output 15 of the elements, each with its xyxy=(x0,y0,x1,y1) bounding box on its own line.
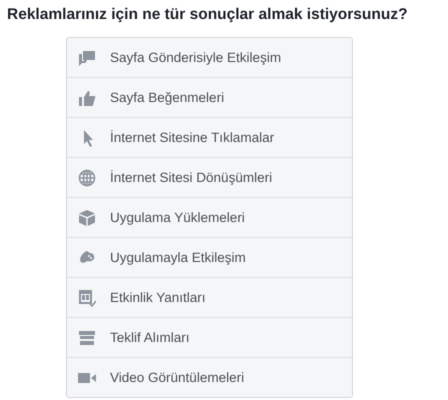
objective-option[interactable]: Etkinlik Yanıtları xyxy=(67,277,352,317)
chat-icon xyxy=(78,48,96,66)
objective-option[interactable]: Sayfa Gönderisiyle Etkileşim xyxy=(67,38,352,77)
objective-option[interactable]: Video Görüntülemeleri xyxy=(67,357,352,397)
calendar-icon xyxy=(78,288,96,306)
objective-option[interactable]: Uygulamayla Etkileşim xyxy=(67,237,352,277)
thumbs-up-icon xyxy=(78,88,96,106)
objective-option[interactable]: Sayfa Beğenmeleri xyxy=(67,77,352,117)
objective-option[interactable]: İnternet Sitesi Dönüşümleri xyxy=(67,157,352,197)
objective-option[interactable]: Uygulama Yüklemeleri xyxy=(67,197,352,237)
objective-option[interactable]: Teklif Alımları xyxy=(67,317,352,357)
objective-option[interactable]: İnternet Sitesine Tıklamalar xyxy=(67,117,352,157)
question-heading: Reklamlarınız için ne tür sonuçlar almak istiyorsunuz? xyxy=(7,6,409,24)
globe-icon xyxy=(78,168,96,186)
cube-icon xyxy=(78,208,96,226)
